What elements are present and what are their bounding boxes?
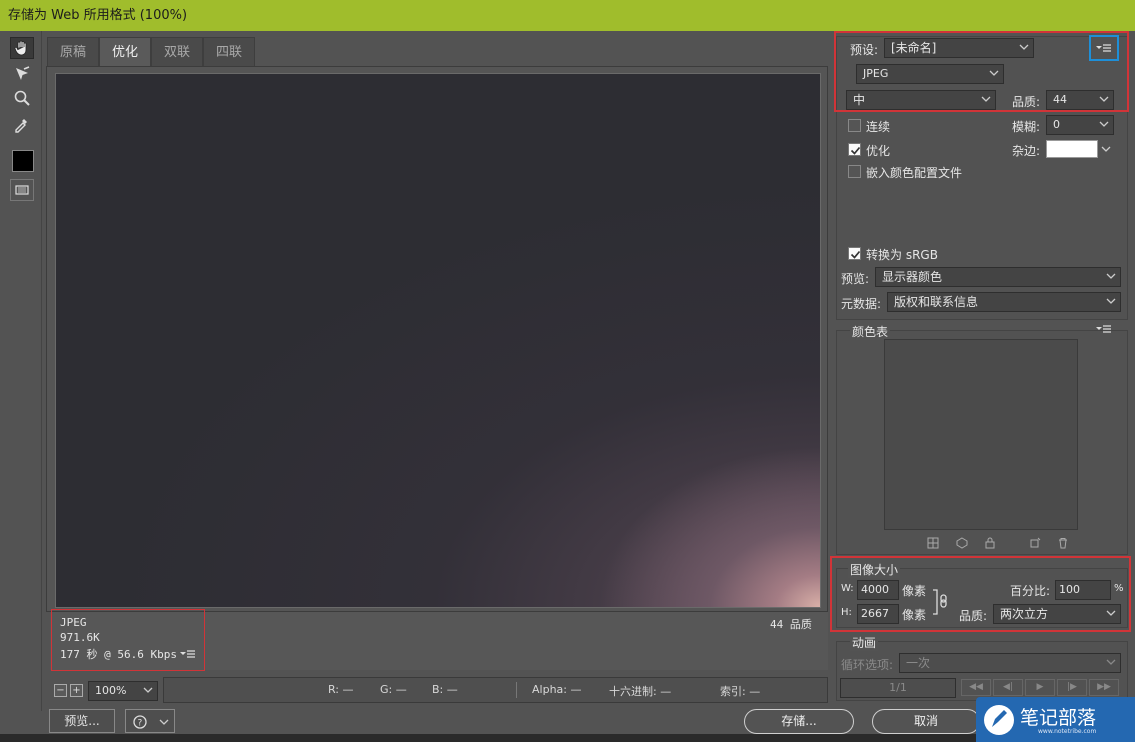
optimized-label: 优化 <box>866 144 891 158</box>
slice-select-tool-icon[interactable] <box>10 63 34 85</box>
hand-tool-icon[interactable] <box>10 37 34 59</box>
metadata-select[interactable]: 版权和联系信息 <box>887 292 1121 312</box>
matte-label: 杂边: <box>1012 144 1041 158</box>
divider <box>516 682 517 698</box>
convert-srgb-checkbox[interactable] <box>848 247 861 260</box>
chevron-down-icon[interactable] <box>1101 144 1111 154</box>
embed-profile-label: 嵌入颜色配置文件 <box>866 166 963 180</box>
browser-globe-icon: ? <box>133 715 147 729</box>
next-frame-button[interactable]: |▶ <box>1057 679 1087 696</box>
convert-srgb-label: 转换为 sRGB <box>866 248 938 262</box>
format-highlight-box <box>834 31 1129 112</box>
preview-browser-button[interactable]: 预览... <box>49 709 115 733</box>
eyedropper-tool-icon[interactable] <box>10 113 34 135</box>
taskbar <box>0 734 1135 742</box>
browser-select-dropdown[interactable]: ? <box>125 709 175 733</box>
first-frame-button[interactable]: ◀◀ <box>961 679 991 696</box>
blur-label: 模糊: <box>1012 120 1041 134</box>
frame-counter: 1/1 <box>840 678 956 698</box>
color-readout-bar: R: — G: — B: — Alpha: — 十六进制: — 索引: — <box>163 677 828 703</box>
matte-color-swatch[interactable] <box>1046 140 1098 158</box>
preview-label: 预览: <box>841 272 870 286</box>
watermark-url: www.notetribe.com <box>1038 728 1097 735</box>
chevron-down-icon <box>1106 659 1116 665</box>
info-highlight-box <box>51 609 205 671</box>
chevron-down-icon <box>1099 121 1109 127</box>
progressive-label: 连续 <box>866 120 891 134</box>
tab-2-up[interactable]: 双联 <box>151 37 203 67</box>
zoom-in-button[interactable]: + <box>70 684 83 697</box>
chevron-down-icon <box>1106 298 1116 304</box>
tab-optimized[interactable]: 优化 <box>99 37 151 67</box>
watermark-name: 笔记部落 <box>1020 707 1097 729</box>
preview-color-select[interactable]: 显示器颜色 <box>875 267 1121 287</box>
zoom-level-select[interactable]: 100% <box>88 681 158 701</box>
play-button[interactable]: ▶ <box>1025 679 1055 696</box>
alpha-value: Alpha: — <box>532 683 582 696</box>
tab-4-up[interactable]: 四联 <box>203 37 255 67</box>
color-table-title: 颜色表 <box>850 323 891 340</box>
cancel-button[interactable]: 取消 <box>872 709 980 734</box>
pen-logo-icon <box>984 705 1014 735</box>
hex-value: 十六进制: — <box>609 685 672 698</box>
blur-input[interactable]: 0 <box>1046 115 1114 135</box>
last-frame-button[interactable]: ▶▶ <box>1089 679 1119 696</box>
chevron-down-icon <box>159 719 169 725</box>
checkmark-icon <box>850 146 861 155</box>
tool-panel <box>0 31 42 711</box>
web-shift-icon[interactable] <box>956 537 968 549</box>
new-color-icon[interactable] <box>1029 537 1041 549</box>
red-value: R: — <box>328 683 354 696</box>
watermark-logo: 笔记部落 www.notetribe.com <box>976 697 1135 742</box>
view-tabs: 原稿 优化 双联 四联 <box>46 37 828 67</box>
lock-icon[interactable] <box>984 537 996 549</box>
checkmark-icon <box>850 250 861 259</box>
previous-frame-button[interactable]: ◀| <box>993 679 1023 696</box>
tab-original[interactable]: 原稿 <box>47 37 99 67</box>
chevron-down-icon <box>1106 273 1116 279</box>
metadata-label: 元数据: <box>841 297 882 311</box>
zoom-tool-icon[interactable] <box>10 87 34 109</box>
toggle-slices-visibility-icon[interactable] <box>10 179 34 201</box>
loop-options-select[interactable]: 一次 <box>899 653 1121 673</box>
trash-icon[interactable] <box>1057 537 1069 549</box>
eyedropper-color-swatch[interactable] <box>12 150 34 172</box>
zoom-level-value: 100% <box>95 684 127 697</box>
embed-profile-checkbox[interactable] <box>848 165 861 178</box>
window-title: 存储为 Web 所用格式 (100%) <box>0 0 1135 31</box>
zoom-out-button[interactable]: − <box>54 684 67 697</box>
loop-options-label: 循环选项: <box>841 658 894 672</box>
save-button[interactable]: 存储... <box>744 709 854 734</box>
color-table-grid[interactable] <box>884 339 1078 530</box>
image-preview[interactable] <box>55 73 821 608</box>
animation-title: 动画 <box>850 634 879 651</box>
progressive-checkbox[interactable] <box>848 119 861 132</box>
image-size-highlight-box <box>830 556 1131 632</box>
panel-menu-icon[interactable] <box>1096 324 1112 334</box>
chevron-down-icon <box>143 687 153 693</box>
svg-text:?: ? <box>138 719 143 729</box>
index-value: 索引: — <box>720 685 761 698</box>
optimized-checkbox[interactable] <box>848 143 861 156</box>
green-value: G: — <box>380 683 407 696</box>
optimized-quality-readout: 44 品质 <box>770 618 812 631</box>
map-to-transparent-icon[interactable] <box>927 537 939 549</box>
blue-value: B: — <box>432 683 458 696</box>
